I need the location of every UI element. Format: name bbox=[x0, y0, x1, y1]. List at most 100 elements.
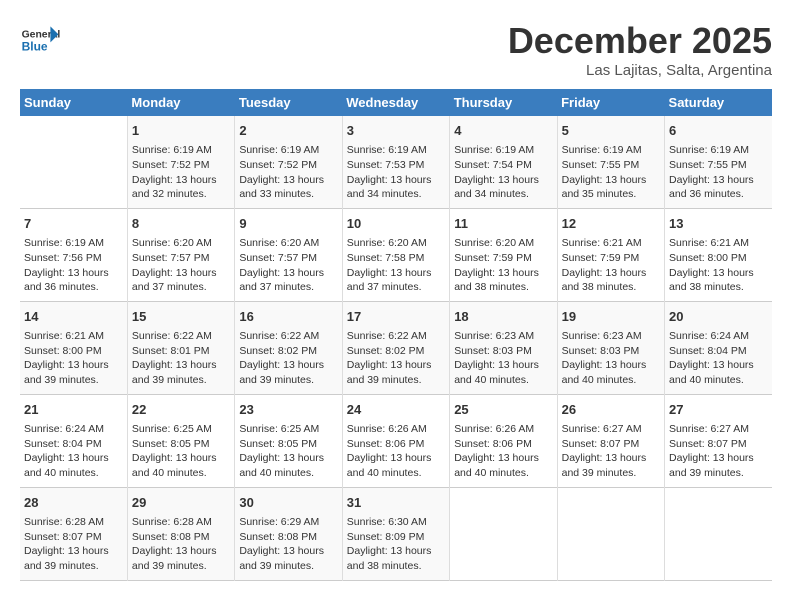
calendar-cell: 24Sunrise: 6:26 AM Sunset: 8:06 PM Dayli… bbox=[342, 394, 449, 487]
calendar-cell: 28Sunrise: 6:28 AM Sunset: 8:07 PM Dayli… bbox=[20, 487, 127, 580]
day-number: 15 bbox=[132, 308, 230, 326]
day-number: 22 bbox=[132, 401, 230, 419]
calendar-cell: 1 Sunrise: 6:19 AM Sunset: 7:52 PM Daylig… bbox=[127, 116, 234, 208]
day-info: Sunrise: 6:20 AM Sunset: 7:58 PM Dayligh… bbox=[347, 236, 445, 295]
calendar-cell: 8 Sunrise: 6:20 AM Sunset: 7:57 PM Daylig… bbox=[127, 208, 234, 301]
calendar-cell bbox=[20, 116, 127, 208]
weekday-header-friday: Friday bbox=[557, 89, 664, 116]
calendar-cell: 22 Sunrise: 6:25 AM Sunset: 8:05 PM Dayli… bbox=[127, 394, 234, 487]
day-number: 1 bbox=[132, 122, 230, 140]
day-number: 13 bbox=[669, 215, 768, 233]
calendar-cell: 26 Sunrise: 6:27 AM Sunset: 8:07 PM Dayli… bbox=[557, 394, 664, 487]
day-info: Sunrise: 6:20 AM Sunset: 7:59 PM Dayligh… bbox=[454, 236, 552, 295]
calendar-cell: 13 Sunrise: 6:21 AM Sunset: 8:00 PM Dayli… bbox=[665, 208, 772, 301]
day-info: Sunrise: 6:25 AM Sunset: 8:05 PM Dayligh… bbox=[132, 422, 230, 481]
calendar-cell: 31Sunrise: 6:30 AM Sunset: 8:09 PM Dayli… bbox=[342, 487, 449, 580]
day-info: Sunrise: 6:27 AM Sunset: 8:07 PM Dayligh… bbox=[669, 422, 768, 481]
calendar-cell: 14 Sunrise: 6:21 AM Sunset: 8:00 PM Dayli… bbox=[20, 301, 127, 394]
calendar-cell: 11 Sunrise: 6:20 AM Sunset: 7:59 PM Dayli… bbox=[450, 208, 557, 301]
day-number: 23 bbox=[239, 401, 337, 419]
svg-text:Blue: Blue bbox=[22, 39, 48, 53]
day-number: 16 bbox=[239, 308, 337, 326]
weekday-header-sunday: Sunday bbox=[20, 89, 127, 116]
day-info: Sunrise: 6:22 AM Sunset: 8:02 PM Dayligh… bbox=[347, 329, 445, 388]
calendar-cell bbox=[557, 487, 664, 580]
calendar-cell: 2Sunrise: 6:19 AM Sunset: 7:52 PM Daylig… bbox=[235, 116, 342, 208]
day-number: 8 bbox=[132, 215, 230, 233]
day-number: 3 bbox=[347, 122, 445, 140]
calendar-cell: 29 Sunrise: 6:28 AM Sunset: 8:08 PM Dayli… bbox=[127, 487, 234, 580]
day-number: 17 bbox=[347, 308, 445, 326]
month-title: December 2025 bbox=[508, 20, 772, 62]
day-info: Sunrise: 6:19 AM Sunset: 7:55 PM Dayligh… bbox=[562, 143, 660, 202]
day-number: 30 bbox=[239, 494, 337, 512]
day-info: Sunrise: 6:22 AM Sunset: 8:02 PM Dayligh… bbox=[239, 329, 337, 388]
day-number: 29 bbox=[132, 494, 230, 512]
day-info: Sunrise: 6:21 AM Sunset: 7:59 PM Dayligh… bbox=[562, 236, 660, 295]
calendar-table: SundayMondayTuesdayWednesdayThursdayFrid… bbox=[20, 89, 772, 581]
day-number: 6 bbox=[669, 122, 768, 140]
logo: General Blue bbox=[20, 20, 64, 60]
calendar-week-row: 14 Sunrise: 6:21 AM Sunset: 8:00 PM Dayli… bbox=[20, 301, 772, 394]
day-number: 24 bbox=[347, 401, 445, 419]
day-number: 18 bbox=[454, 308, 552, 326]
day-number: 27 bbox=[669, 401, 768, 419]
calendar-cell: 20 Sunrise: 6:24 AM Sunset: 8:04 PM Dayli… bbox=[665, 301, 772, 394]
title-area: December 2025 Las Lajitas, Salta, Argent… bbox=[508, 20, 772, 79]
day-info: Sunrise: 6:28 AM Sunset: 8:08 PM Dayligh… bbox=[132, 515, 230, 574]
calendar-cell: 21 Sunrise: 6:24 AM Sunset: 8:04 PM Dayli… bbox=[20, 394, 127, 487]
weekday-header-monday: Monday bbox=[127, 89, 234, 116]
calendar-cell: 7 Sunrise: 6:19 AM Sunset: 7:56 PM Daylig… bbox=[20, 208, 127, 301]
day-number: 10 bbox=[347, 215, 445, 233]
day-number: 25 bbox=[454, 401, 552, 419]
weekday-header-row: SundayMondayTuesdayWednesdayThursdayFrid… bbox=[20, 89, 772, 116]
day-number: 5 bbox=[562, 122, 660, 140]
day-number: 26 bbox=[562, 401, 660, 419]
calendar-cell: 15 Sunrise: 6:22 AM Sunset: 8:01 PM Dayli… bbox=[127, 301, 234, 394]
day-number: 11 bbox=[454, 215, 552, 233]
day-number: 7 bbox=[24, 215, 123, 233]
day-info: Sunrise: 6:30 AM Sunset: 8:09 PM Dayligh… bbox=[347, 515, 445, 574]
calendar-cell: 19 Sunrise: 6:23 AM Sunset: 8:03 PM Dayli… bbox=[557, 301, 664, 394]
day-info: Sunrise: 6:20 AM Sunset: 7:57 PM Dayligh… bbox=[132, 236, 230, 295]
day-info: Sunrise: 6:28 AM Sunset: 8:07 PM Dayligh… bbox=[24, 515, 123, 574]
day-info: Sunrise: 6:25 AM Sunset: 8:05 PM Dayligh… bbox=[239, 422, 337, 481]
calendar-week-row: 28Sunrise: 6:28 AM Sunset: 8:07 PM Dayli… bbox=[20, 487, 772, 580]
day-info: Sunrise: 6:19 AM Sunset: 7:55 PM Dayligh… bbox=[669, 143, 768, 202]
location: Las Lajitas, Salta, Argentina bbox=[508, 62, 772, 79]
day-number: 20 bbox=[669, 308, 768, 326]
calendar-cell: 12Sunrise: 6:21 AM Sunset: 7:59 PM Dayli… bbox=[557, 208, 664, 301]
calendar-cell: 9Sunrise: 6:20 AM Sunset: 7:57 PM Daylig… bbox=[235, 208, 342, 301]
day-info: Sunrise: 6:26 AM Sunset: 8:06 PM Dayligh… bbox=[454, 422, 552, 481]
calendar-cell: 27 Sunrise: 6:27 AM Sunset: 8:07 PM Dayli… bbox=[665, 394, 772, 487]
day-info: Sunrise: 6:24 AM Sunset: 8:04 PM Dayligh… bbox=[24, 422, 123, 481]
calendar-cell: 30Sunrise: 6:29 AM Sunset: 8:08 PM Dayli… bbox=[235, 487, 342, 580]
calendar-cell: 3Sunrise: 6:19 AM Sunset: 7:53 PM Daylig… bbox=[342, 116, 449, 208]
day-info: Sunrise: 6:19 AM Sunset: 7:56 PM Dayligh… bbox=[24, 236, 123, 295]
weekday-header-saturday: Saturday bbox=[665, 89, 772, 116]
calendar-cell: 6 Sunrise: 6:19 AM Sunset: 7:55 PM Daylig… bbox=[665, 116, 772, 208]
day-info: Sunrise: 6:24 AM Sunset: 8:04 PM Dayligh… bbox=[669, 329, 768, 388]
calendar-cell: 23 Sunrise: 6:25 AM Sunset: 8:05 PM Dayli… bbox=[235, 394, 342, 487]
day-info: Sunrise: 6:22 AM Sunset: 8:01 PM Dayligh… bbox=[132, 329, 230, 388]
day-info: Sunrise: 6:27 AM Sunset: 8:07 PM Dayligh… bbox=[562, 422, 660, 481]
day-info: Sunrise: 6:21 AM Sunset: 8:00 PM Dayligh… bbox=[24, 329, 123, 388]
day-number: 14 bbox=[24, 308, 123, 326]
calendar-cell bbox=[665, 487, 772, 580]
day-number: 9 bbox=[239, 215, 337, 233]
calendar-week-row: 7 Sunrise: 6:19 AM Sunset: 7:56 PM Daylig… bbox=[20, 208, 772, 301]
calendar-week-row: 1 Sunrise: 6:19 AM Sunset: 7:52 PM Daylig… bbox=[20, 116, 772, 208]
calendar-cell: 17 Sunrise: 6:22 AM Sunset: 8:02 PM Dayli… bbox=[342, 301, 449, 394]
calendar-cell: 18Sunrise: 6:23 AM Sunset: 8:03 PM Dayli… bbox=[450, 301, 557, 394]
day-info: Sunrise: 6:19 AM Sunset: 7:52 PM Dayligh… bbox=[132, 143, 230, 202]
day-number: 19 bbox=[562, 308, 660, 326]
day-info: Sunrise: 6:23 AM Sunset: 8:03 PM Dayligh… bbox=[562, 329, 660, 388]
weekday-header-thursday: Thursday bbox=[450, 89, 557, 116]
day-number: 21 bbox=[24, 401, 123, 419]
logo-icon: General Blue bbox=[20, 20, 60, 60]
calendar-cell: 16 Sunrise: 6:22 AM Sunset: 8:02 PM Dayli… bbox=[235, 301, 342, 394]
day-info: Sunrise: 6:21 AM Sunset: 8:00 PM Dayligh… bbox=[669, 236, 768, 295]
header: General Blue December 2025 Las Lajitas, … bbox=[20, 20, 772, 79]
calendar-week-row: 21 Sunrise: 6:24 AM Sunset: 8:04 PM Dayli… bbox=[20, 394, 772, 487]
calendar-cell: 10 Sunrise: 6:20 AM Sunset: 7:58 PM Dayli… bbox=[342, 208, 449, 301]
